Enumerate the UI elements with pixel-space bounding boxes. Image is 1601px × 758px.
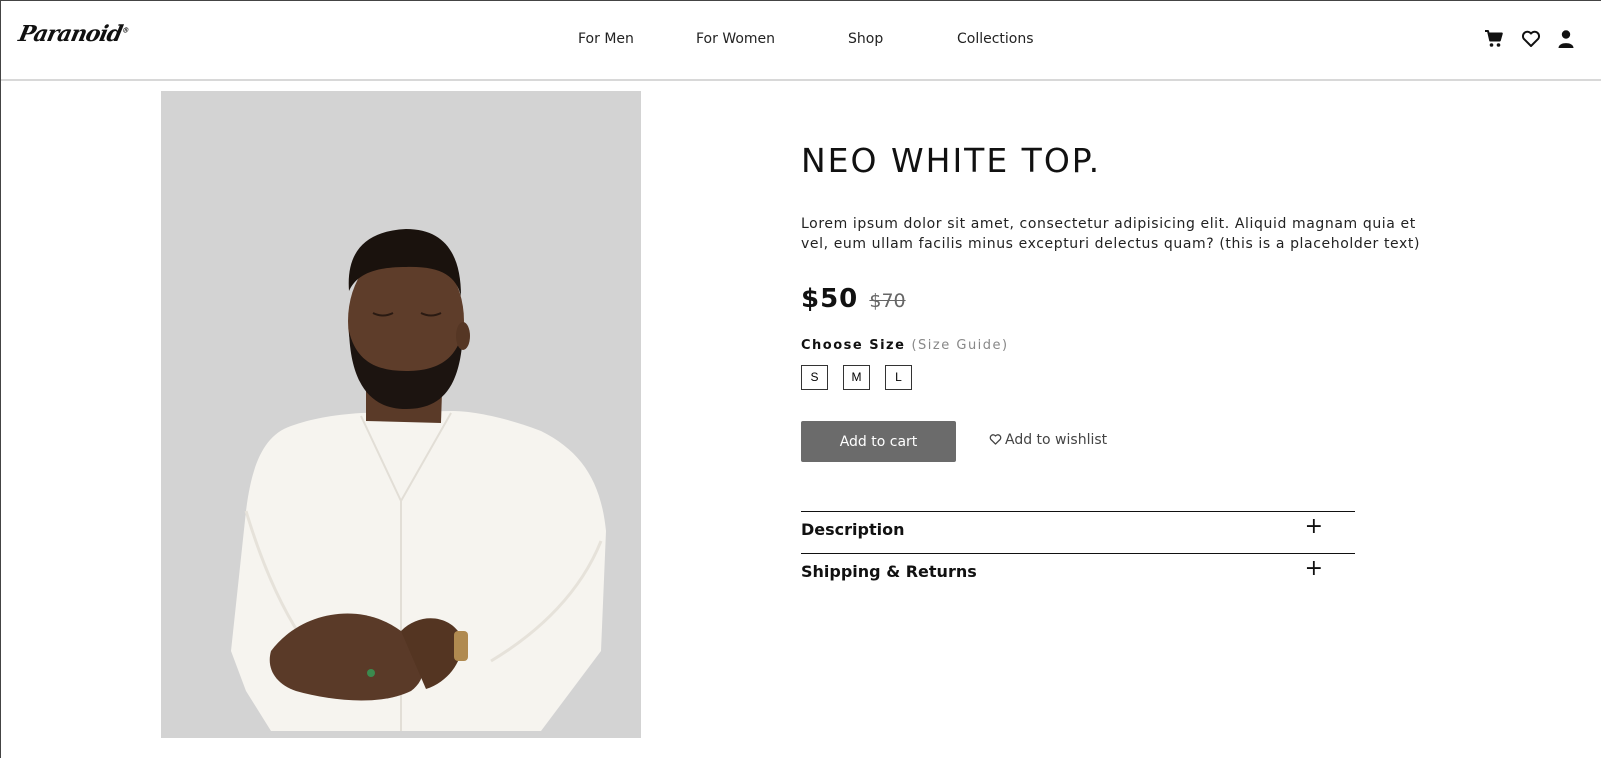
product-image [161,91,641,738]
accordion-shipping-returns-label: Shipping & Returns [801,562,977,581]
product-details: NEO WHITE TOP. Lorem ipsum dolor sit ame… [801,141,1461,595]
size-label-row: Choose Size (Size Guide) [801,338,1461,353]
choose-size-label: Choose Size [801,338,906,353]
accordion-shipping-returns[interactable]: Shipping & Returns + [801,553,1355,595]
heart-outline-icon [989,434,1002,445]
size-option-m[interactable]: M [843,365,870,390]
cart-icon[interactable] [1484,29,1504,49]
expand-icon[interactable]: + [1305,514,1323,539]
size-option-l[interactable]: L [885,365,912,390]
site-header: Paranoid® For Men For Women Shop Collect… [1,1,1601,81]
accordion-description-label: Description [801,520,905,539]
product-accordion: Description + Shipping & Returns + [801,511,1355,595]
size-option-s[interactable]: S [801,365,828,390]
add-to-wishlist-label: Add to wishlist [1005,432,1108,448]
heart-icon[interactable] [1521,29,1541,49]
header-icons [1484,29,1574,51]
add-to-cart-button[interactable]: Add to cart [801,421,956,462]
product-description: Lorem ipsum dolor sit amet, consectetur … [801,216,1421,252]
product-page: Paranoid® For Men For Women Shop Collect… [0,0,1601,758]
nav-item-collections[interactable]: Collections [957,31,1034,47]
expand-icon[interactable]: + [1305,556,1323,581]
product-actions: Add to cart Add to wishlist [801,421,1461,462]
model-figure-image [231,229,606,731]
price-row: $50 $70 [801,284,1461,318]
current-price: $50 [801,284,859,314]
nav-item-shop[interactable]: Shop [848,31,883,47]
add-to-wishlist-link[interactable]: Add to wishlist [989,432,1107,448]
product-title: NEO WHITE TOP. [801,141,1102,180]
nav-item-for-women[interactable]: For Women [696,31,775,47]
main-nav: For Men For Women Shop Collections [1,31,1601,53]
size-guide-link[interactable]: (Size Guide) [911,338,1008,353]
size-options: S M L [801,365,1461,391]
user-icon[interactable] [1556,29,1576,49]
original-price: $70 [869,290,906,312]
accordion-description[interactable]: Description + [801,511,1355,553]
nav-item-for-men[interactable]: For Men [578,31,634,47]
